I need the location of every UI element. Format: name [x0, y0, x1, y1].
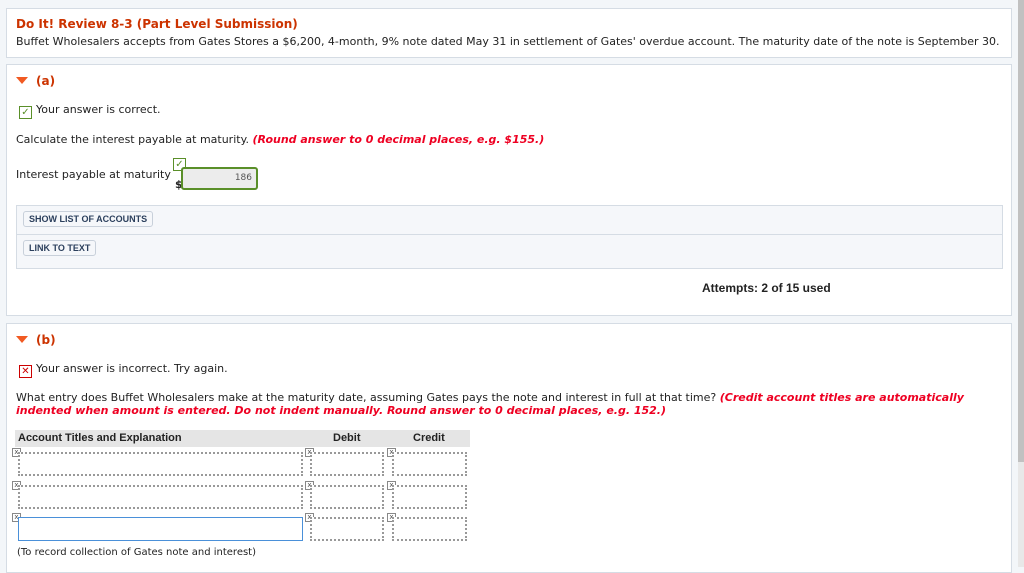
- question-title: Do It! Review 8-3 (Part Level Submission…: [16, 17, 298, 31]
- collapse-triangle-icon: [16, 336, 28, 343]
- scrollbar[interactable]: [1018, 0, 1024, 567]
- debit-input[interactable]: [310, 485, 384, 509]
- x-icon: ✕: [19, 365, 32, 378]
- interest-label: Interest payable at maturity: [16, 168, 171, 181]
- status-incorrect: Your answer is incorrect. Try again.: [36, 362, 228, 375]
- attempts-counter: Attempts: 2 of 15 used: [702, 281, 831, 295]
- scrollbar-thumb[interactable]: [1018, 0, 1024, 462]
- status-correct: Your answer is correct.: [36, 103, 161, 116]
- instruction: What entry does Buffet Wholesalers make …: [16, 391, 717, 404]
- check-icon: ✓: [19, 106, 32, 119]
- tools-box: SHOW LIST OF ACCOUNTS LINK TO TEXT: [16, 205, 1003, 269]
- problem-text: Buffet Wholesalers accepts from Gates St…: [16, 35, 1000, 48]
- instruction: Calculate the interest payable at maturi…: [16, 133, 250, 146]
- account-input[interactable]: [18, 485, 303, 509]
- debit-input[interactable]: [310, 452, 384, 476]
- debit-input[interactable]: [310, 517, 384, 541]
- part-a-panel: (a) ✓ Your answer is correct. Calculate t…: [6, 64, 1012, 316]
- collapse-triangle-icon: [16, 77, 28, 84]
- show-accounts-button[interactable]: SHOW LIST OF ACCOUNTS: [23, 211, 154, 227]
- entry-explanation: (To record collection of Gates note and …: [17, 547, 257, 558]
- part-b-toggle[interactable]: (b): [16, 333, 56, 347]
- rounding-hint: (Round answer to 0 decimal places, e.g. …: [252, 133, 545, 146]
- col-account: Account Titles and Explanation: [18, 432, 182, 444]
- interest-input[interactable]: 186: [181, 167, 258, 190]
- part-b-label: (b): [36, 333, 56, 347]
- account-input[interactable]: [18, 452, 303, 476]
- credit-input[interactable]: [392, 485, 467, 509]
- credit-input[interactable]: [392, 452, 467, 476]
- account-input[interactable]: [18, 517, 303, 541]
- part-a-label: (a): [36, 74, 56, 88]
- col-credit: Credit: [413, 432, 445, 444]
- question-header: Do It! Review 8-3 (Part Level Submission…: [6, 8, 1012, 58]
- journal-header: Account Titles and Explanation Debit Cre…: [15, 430, 470, 447]
- link-to-text-button[interactable]: LINK TO TEXT: [23, 240, 97, 256]
- part-a-toggle[interactable]: (a): [16, 74, 55, 88]
- credit-input[interactable]: [392, 517, 467, 541]
- col-debit: Debit: [333, 432, 361, 444]
